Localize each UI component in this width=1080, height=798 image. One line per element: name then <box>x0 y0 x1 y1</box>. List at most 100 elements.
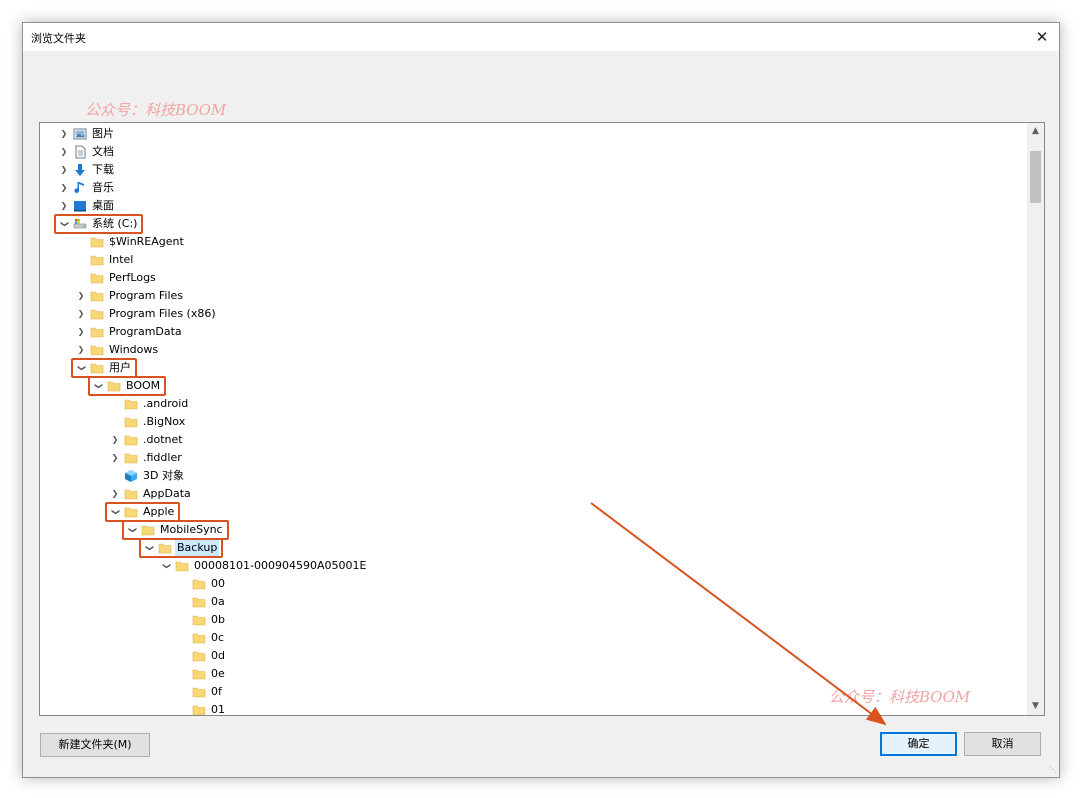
folder-icon <box>192 667 206 681</box>
tree-item-label: 00008101-000904590A05001E <box>194 559 367 572</box>
tree-item-label: 下载 <box>92 163 114 176</box>
tree-item-label: 00 <box>211 577 225 590</box>
chevron-down-icon[interactable] <box>160 557 172 575</box>
new-folder-button[interactable]: 新建文件夹(M) <box>40 733 150 757</box>
cancel-button[interactable]: 取消 <box>964 732 1041 756</box>
title-bar[interactable]: 浏览文件夹 ✕ <box>23 23 1059 51</box>
watermark-top: 公众号：科技BOOM <box>85 101 227 119</box>
tree-item[interactable]: 桌面 <box>40 197 1027 215</box>
folder-icon <box>192 703 206 715</box>
ok-button[interactable]: 确定 <box>880 732 957 756</box>
tree-item[interactable]: 3D 对象 <box>40 467 1027 485</box>
tree-item[interactable]: 用户 <box>40 358 1027 378</box>
tree-item[interactable]: Windows <box>40 341 1027 359</box>
tree-item-label: Apple <box>143 505 175 518</box>
tree-item[interactable]: .android <box>40 395 1027 413</box>
chevron-right-icon[interactable] <box>58 125 70 143</box>
vertical-scrollbar[interactable]: ▲ ▼ <box>1027 123 1044 715</box>
tree-item[interactable]: PerfLogs <box>40 269 1027 287</box>
tree-item-label: AppData <box>143 487 191 500</box>
folder-icon <box>90 271 104 285</box>
chevron-down-icon[interactable] <box>75 359 87 377</box>
tree-item[interactable]: 0d <box>40 647 1027 665</box>
tree-item[interactable]: 0c <box>40 629 1027 647</box>
tree-item-label: Program Files <box>109 289 184 302</box>
pictures-icon <box>73 127 87 141</box>
tree-item[interactable]: 0a <box>40 593 1027 611</box>
tree-item[interactable]: 下载 <box>40 161 1027 179</box>
tree-item[interactable]: 0b <box>40 611 1027 629</box>
desktop-icon <box>73 199 87 213</box>
folder-icon <box>175 559 189 573</box>
tree-item[interactable]: 0e <box>40 665 1027 683</box>
music-icon <box>73 181 87 195</box>
tree-item-label: 0a <box>211 595 225 608</box>
tree-item-label: Backup <box>175 539 220 557</box>
tree-item[interactable]: BOOM <box>40 376 1027 396</box>
tree-item[interactable]: MobileSync <box>40 520 1027 540</box>
folder-icon <box>90 325 104 339</box>
chevron-right-icon[interactable] <box>75 287 87 305</box>
tree-item[interactable]: 00008101-000904590A05001E <box>40 557 1027 575</box>
tree-item[interactable]: $WinREAgent <box>40 233 1027 251</box>
chevron-down-icon[interactable] <box>109 503 121 521</box>
scrollbar-thumb[interactable] <box>1030 151 1041 203</box>
folder-tree-view[interactable]: 图片文档下载音乐桌面系统 (C:) $WinREAgent Intel PerfLog… <box>39 122 1045 716</box>
tree-item[interactable]: Backup <box>40 538 1027 558</box>
tree-item[interactable]: 01 <box>40 701 1027 715</box>
chevron-down-icon[interactable] <box>92 377 104 395</box>
tree-item-label: 0e <box>211 667 225 680</box>
tree-item-label: 0c <box>211 631 225 644</box>
tree-item[interactable]: 图片 <box>40 125 1027 143</box>
folder-icon <box>90 343 104 357</box>
tree-item[interactable]: .BigNox <box>40 413 1027 431</box>
scroll-up-icon[interactable]: ▲ <box>1027 123 1044 140</box>
tree-item[interactable]: Apple <box>40 502 1027 522</box>
tree-item[interactable]: 0f <box>40 683 1027 701</box>
folder-icon <box>124 415 138 429</box>
chevron-down-icon[interactable] <box>58 215 70 233</box>
folder-icon <box>124 433 138 447</box>
chevron-right-icon[interactable] <box>58 197 70 215</box>
tree-item-label: 图片 <box>92 127 114 140</box>
chevron-right-icon[interactable] <box>75 341 87 359</box>
tree-item[interactable]: AppData <box>40 485 1027 503</box>
chevron-right-icon[interactable] <box>109 449 121 467</box>
folder-icon <box>90 253 104 267</box>
chevron-down-icon[interactable] <box>143 539 155 557</box>
tree-item-label: ProgramData <box>109 325 182 338</box>
close-icon[interactable]: ✕ <box>1025 23 1059 51</box>
folder-icon <box>192 577 206 591</box>
downloads-icon <box>73 163 87 177</box>
tree-item[interactable]: 00 <box>40 575 1027 593</box>
window-title: 浏览文件夹 <box>31 32 86 45</box>
chevron-right-icon[interactable] <box>75 305 87 323</box>
folder-icon <box>124 397 138 411</box>
tree-item-label: 3D 对象 <box>143 469 184 482</box>
tree-item[interactable]: .fiddler <box>40 449 1027 467</box>
resize-grip-icon[interactable]: ⋱ <box>1047 765 1057 775</box>
tree-item-label: MobileSync <box>160 523 223 536</box>
tree-item[interactable]: Program Files (x86) <box>40 305 1027 323</box>
tree-item[interactable]: 系统 (C:) <box>40 214 1027 234</box>
tree-item-label: .dotnet <box>143 433 183 446</box>
tree-item[interactable]: ProgramData <box>40 323 1027 341</box>
chevron-right-icon[interactable] <box>75 323 87 341</box>
tree-item[interactable]: Intel <box>40 251 1027 269</box>
folder-icon <box>158 541 172 555</box>
chevron-right-icon[interactable] <box>58 179 70 197</box>
tree-item[interactable]: .dotnet <box>40 431 1027 449</box>
tree-item-label: BOOM <box>126 379 161 392</box>
tree-item[interactable]: 文档 <box>40 143 1027 161</box>
tree-item-label: .BigNox <box>143 415 186 428</box>
chevron-down-icon[interactable] <box>126 521 138 539</box>
tree-item[interactable]: 音乐 <box>40 179 1027 197</box>
tree-item[interactable]: Program Files <box>40 287 1027 305</box>
chevron-right-icon[interactable] <box>109 431 121 449</box>
tree-item-label: 桌面 <box>92 199 114 212</box>
chevron-right-icon[interactable] <box>58 161 70 179</box>
chevron-right-icon[interactable] <box>109 485 121 503</box>
folder-icon <box>192 595 206 609</box>
scroll-down-icon[interactable]: ▼ <box>1027 698 1044 715</box>
chevron-right-icon[interactable] <box>58 143 70 161</box>
